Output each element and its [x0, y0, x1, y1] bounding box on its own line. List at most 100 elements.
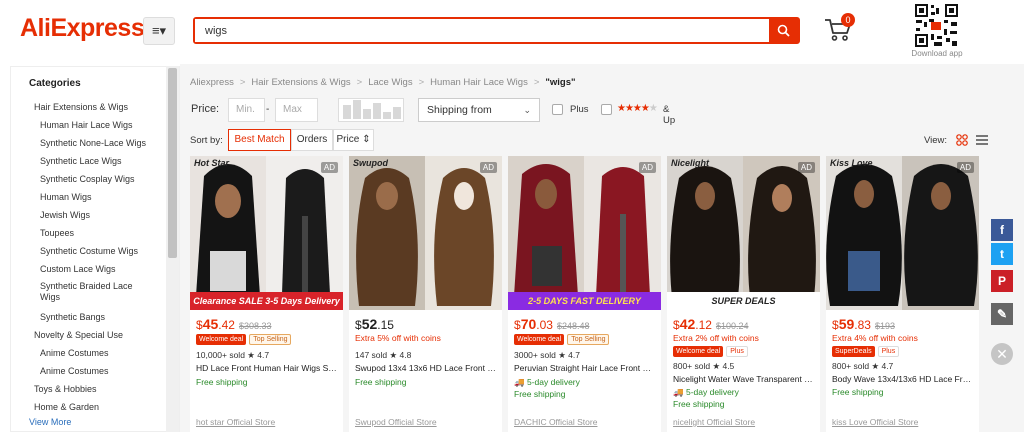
ad-badge: AD: [320, 162, 338, 173]
rating-checkbox[interactable]: [601, 104, 612, 115]
product-card[interactable]: Kiss Love AD $59.83 $193 Extra 4% off wit…: [826, 156, 979, 432]
price-label: Price:: [191, 103, 220, 115]
category-menu-button[interactable]: ≡▾: [143, 17, 175, 45]
aliexpress-logo[interactable]: AliExpress: [20, 14, 145, 43]
breadcrumb-item[interactable]: Human Hair Lace Wigs: [430, 77, 528, 88]
product-image[interactable]: Hot Star AD Clearance SALE 3-5 Days Deli…: [190, 156, 343, 310]
pinterest-share-icon[interactable]: P: [991, 270, 1013, 292]
product-title[interactable]: Nicelight Water Wave Transparent Lace: [673, 374, 815, 384]
currency: $: [832, 318, 839, 332]
facebook-share-icon[interactable]: f: [991, 219, 1013, 241]
wig-photo-image: [508, 156, 661, 310]
price-min-input[interactable]: Min.: [228, 98, 265, 122]
histogram-bar: [393, 107, 401, 119]
plus-checkbox[interactable]: [552, 104, 563, 115]
breadcrumb-separator: >: [418, 77, 425, 88]
product-title[interactable]: Body Wave 13x4/13x6 HD Lace Front Wigs: [832, 374, 974, 384]
sidebar-item-toupees[interactable]: Toupees: [40, 228, 74, 239]
feedback-edit-icon[interactable]: ✎: [991, 303, 1013, 325]
breadcrumb-item[interactable]: Aliexpress: [190, 77, 234, 88]
price-histogram[interactable]: [338, 98, 404, 122]
sold-text: 3000+ sold: [514, 350, 556, 360]
sidebar-item-hair-extensions[interactable]: Hair Extensions & Wigs: [34, 102, 128, 113]
sort-best-match-tab[interactable]: Best Match: [228, 129, 291, 151]
sidebar-item-home-garden[interactable]: Home & Garden: [34, 402, 99, 413]
welcome-deal-badge: Welcome deal: [673, 346, 724, 357]
histogram-bar: [353, 100, 361, 119]
product-card[interactable]: AD 2-5 DAYS FAST DELIVERY $70.03 $248.48 …: [508, 156, 661, 432]
header: AliExpress ≡▾ 0 Download app: [0, 0, 1024, 64]
rating-text: ★ 4.7: [558, 350, 581, 360]
close-icon[interactable]: ✕: [991, 343, 1013, 365]
download-app-label[interactable]: Download app: [905, 49, 969, 58]
search-button[interactable]: [769, 19, 798, 42]
coins-discount: Extra 5% off with coins: [355, 333, 441, 343]
product-title[interactable]: Peruvian Straight Hair Lace Front Wigs: [514, 363, 656, 373]
wig-photo-image: [349, 156, 502, 310]
grid-view-icon[interactable]: [956, 134, 968, 146]
sidebar-item-synthetic-costume[interactable]: Synthetic Costume Wigs: [40, 246, 138, 257]
welcome-deal-badge: Welcome deal: [196, 334, 247, 345]
price-dash: -: [266, 104, 270, 115]
product-image[interactable]: Nicelight AD SUPER DEALS: [667, 156, 820, 310]
shipping-info: Free shipping: [355, 377, 407, 387]
search-input[interactable]: [195, 19, 769, 42]
sold-count: 800+ sold ★ 4.5: [673, 361, 734, 372]
sort-orders-tab[interactable]: Orders: [291, 129, 333, 151]
store-link[interactable]: DACHIC Official Store: [514, 417, 597, 427]
product-card[interactable]: Hot Star AD Clearance SALE 3-5 Days Deli…: [190, 156, 343, 432]
product-title[interactable]: Swupod 13x4 13x6 HD Lace Front Wigs: [355, 363, 497, 373]
sort-price-label: Price: [336, 134, 360, 145]
sidebar-item-human-wigs[interactable]: Human Wigs: [40, 192, 92, 203]
sidebar-item-synthetic-bangs[interactable]: Synthetic Bangs: [40, 312, 105, 323]
superdeals-badge: SuperDeals: [832, 346, 875, 357]
product-image[interactable]: Kiss Love AD: [826, 156, 979, 310]
sidebar-item-human-hair-lace-wigs[interactable]: Human Hair Lace Wigs: [40, 120, 133, 131]
breadcrumb-separator: >: [239, 77, 246, 88]
product-image[interactable]: Swupod AD: [349, 156, 502, 310]
sidebar-item-synthetic-braided[interactable]: Synthetic Braided Lace Wigs: [40, 281, 152, 303]
product-card[interactable]: Swupod AD $52.15 Extra 5% off with coins…: [349, 156, 502, 432]
breadcrumb-separator: >: [533, 77, 540, 88]
sold-count: 3000+ sold ★ 4.7: [514, 350, 580, 361]
product-image[interactable]: AD 2-5 DAYS FAST DELIVERY: [508, 156, 661, 310]
twitter-share-icon[interactable]: t: [991, 243, 1013, 265]
sidebar-item-synthetic-cosplay[interactable]: Synthetic Cosplay Wigs: [40, 174, 135, 185]
top-selling-badge: Top Selling: [567, 334, 610, 345]
product-title[interactable]: HD Lace Front Human Hair Wigs Straight: [196, 363, 338, 373]
sidebar-item-anime-costumes[interactable]: Anime Costumes: [40, 348, 109, 359]
store-link[interactable]: kiss Love Official Store: [832, 417, 918, 427]
qr-code-icon[interactable]: [914, 3, 959, 48]
store-link[interactable]: nicelight Official Store: [673, 417, 755, 427]
product-card[interactable]: Nicelight AD SUPER DEALS $42.12 $100.24 E…: [667, 156, 820, 432]
sidebar-item-novelty[interactable]: Novelty & Special Use: [34, 330, 123, 341]
histogram-bar: [363, 109, 371, 119]
sidebar-item-custom-lace[interactable]: Custom Lace Wigs: [40, 264, 116, 275]
rating-text: ★ 4.8: [389, 350, 412, 360]
sidebar-item-synthetic-lace[interactable]: Synthetic Lace Wigs: [40, 156, 122, 167]
sidebar-item-toys-hobbies[interactable]: Toys & Hobbies: [34, 384, 97, 395]
store-link[interactable]: hot star Official Store: [196, 417, 275, 427]
search-icon: [777, 24, 790, 37]
store-link[interactable]: Swupod Official Store: [355, 417, 437, 427]
delivery-info: 🚚 5-day delivery: [514, 377, 580, 388]
breadcrumb-item[interactable]: Lace Wigs: [368, 77, 412, 88]
breadcrumb-item[interactable]: Hair Extensions & Wigs: [251, 77, 350, 88]
price-whole: 42: [679, 316, 696, 332]
coins-discount: Extra 4% off with coins: [832, 333, 918, 343]
sidebar-scrollbar[interactable]: [166, 66, 179, 432]
original-price: $248.48: [556, 321, 590, 331]
sidebar-item-jewish-wigs[interactable]: Jewish Wigs: [40, 210, 90, 221]
plus-label: Plus: [570, 104, 589, 115]
sidebar-item-synthetic-none-lace[interactable]: Synthetic None-Lace Wigs: [40, 138, 146, 149]
scrollbar-thumb[interactable]: [168, 68, 177, 258]
sort-price-tab[interactable]: Price ⇕: [333, 129, 374, 151]
shipping-from-select[interactable]: Shipping from ⌄: [418, 98, 540, 122]
sidebar-item-anime-costumes-2[interactable]: Anime Costumes: [40, 366, 109, 377]
list-view-icon[interactable]: [976, 134, 988, 146]
sold-text: 147 sold: [355, 350, 388, 360]
deal-badges: SuperDeals Plus: [832, 346, 902, 357]
price-max-input[interactable]: Max: [275, 98, 318, 122]
breadcrumb: Aliexpress > Hair Extensions & Wigs > Lace W…: [190, 77, 576, 88]
view-more-link[interactable]: View More: [29, 417, 71, 427]
